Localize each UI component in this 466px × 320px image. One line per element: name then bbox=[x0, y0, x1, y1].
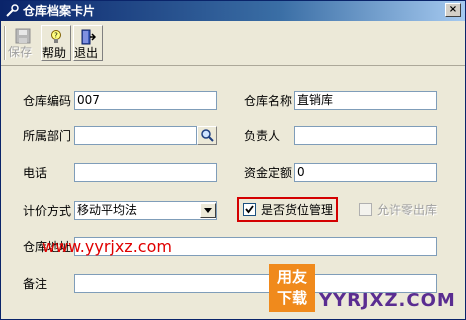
valuation-method-value: 移动平均法 bbox=[77, 203, 138, 217]
allow-negative-checkbox[interactable] bbox=[359, 203, 372, 216]
warehouse-name-input[interactable]: 直销库 bbox=[294, 91, 437, 110]
toolbar-grip[interactable] bbox=[4, 26, 6, 60]
exit-door-icon bbox=[80, 29, 97, 45]
help-bulb-icon: ? bbox=[48, 29, 64, 45]
help-button[interactable]: ? 帮助 bbox=[41, 25, 71, 61]
svg-text:?: ? bbox=[54, 32, 58, 40]
location-managed-checkbox[interactable] bbox=[243, 203, 256, 216]
department-label: 所属部门 bbox=[23, 129, 72, 143]
fund-quota-input[interactable]: 0 bbox=[294, 163, 437, 182]
warehouse-code-label: 仓库编码 bbox=[23, 94, 72, 108]
title-bar[interactable]: 仓库档案卡片 × bbox=[1, 1, 465, 21]
manager-input[interactable] bbox=[294, 126, 437, 145]
phone-label: 电话 bbox=[23, 166, 48, 180]
department-lookup-button[interactable] bbox=[197, 126, 217, 145]
save-button[interactable]: 保存 bbox=[8, 25, 38, 61]
remarks-label: 备注 bbox=[23, 277, 48, 291]
phone-input[interactable] bbox=[74, 163, 217, 182]
save-label: 保存 bbox=[8, 45, 33, 59]
exit-label: 退出 bbox=[74, 46, 99, 60]
logo-badge: 用友 下载 bbox=[269, 264, 315, 312]
warehouse-name-label: 仓库名称 bbox=[244, 94, 293, 108]
department-input[interactable] bbox=[74, 126, 197, 145]
chevron-down-icon bbox=[204, 208, 212, 213]
location-managed-label: 是否货位管理 bbox=[261, 203, 334, 217]
help-label: 帮助 bbox=[42, 46, 67, 60]
checkmark-icon bbox=[245, 205, 254, 214]
logo-text: YYRJXZ.COM bbox=[319, 290, 456, 311]
toolbar: 保存 ? 帮助 退出 bbox=[1, 22, 465, 66]
logo-bottom-text: 下载 bbox=[276, 289, 307, 307]
magnifier-icon bbox=[201, 129, 214, 142]
warehouse-code-input[interactable]: 007 bbox=[74, 91, 217, 110]
floppy-disk-icon bbox=[15, 28, 31, 44]
watermark-url: www.yyrjxz.com bbox=[42, 237, 172, 256]
logo-top-text: 用友 bbox=[276, 268, 307, 286]
allow-negative-label: 允许零出库 bbox=[377, 203, 438, 217]
warehouse-card-window: 仓库档案卡片 × 保存 ? 帮助 退出 仓库编码 007 仓库名称 直销库 所属… bbox=[0, 0, 466, 320]
fund-quota-label: 资金定额 bbox=[244, 166, 293, 180]
manager-label: 负责人 bbox=[244, 129, 281, 143]
close-button[interactable]: × bbox=[445, 3, 461, 17]
valuation-method-select[interactable]: 移动平均法 bbox=[74, 201, 217, 220]
warehouse-form: 仓库编码 007 仓库名称 直销库 所属部门 负责人 电话 资金定额 0 计价方… bbox=[1, 67, 465, 319]
window-title: 仓库档案卡片 bbox=[23, 4, 96, 18]
wrench-icon bbox=[4, 3, 20, 19]
valuation-method-label: 计价方式 bbox=[23, 204, 72, 218]
valuation-method-dropdown-button[interactable] bbox=[200, 203, 216, 218]
exit-button[interactable]: 退出 bbox=[73, 25, 103, 61]
